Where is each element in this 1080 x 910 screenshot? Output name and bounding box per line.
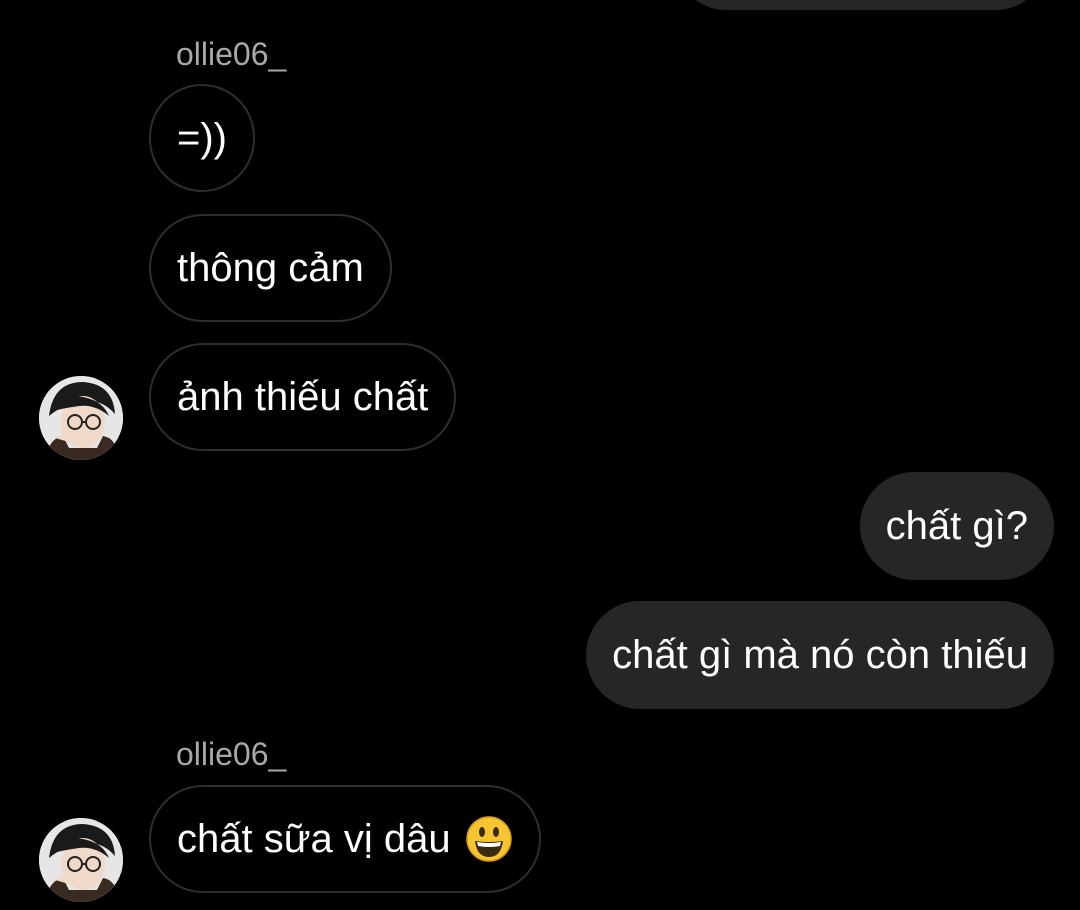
sender-name[interactable]: ollie06_ [176, 738, 286, 770]
sent-message-bubble[interactable]: chất gì? [859, 472, 1054, 580]
sent-message-bubble-partial[interactable] [676, 0, 1046, 10]
received-message-bubble[interactable]: thông cảm [149, 214, 392, 322]
sender-avatar[interactable] [39, 376, 123, 460]
sender-name[interactable]: ollie06_ [176, 38, 286, 70]
sent-message-bubble[interactable]: chất gì mà nó còn thiếu [586, 601, 1054, 709]
received-message-bubble[interactable]: =)) [149, 84, 255, 192]
message-text: thông cảm [177, 245, 364, 290]
sender-avatar[interactable] [39, 818, 123, 902]
message-text: chất sữa vị dâu [177, 816, 451, 861]
received-message-bubble[interactable]: chất sữa vị dâu [149, 785, 541, 893]
received-message-bubble[interactable]: ảnh thiếu chất [149, 343, 457, 451]
message-text: =)) [177, 115, 227, 160]
message-text: ảnh thiếu chất [177, 374, 429, 419]
message-text: chất gì mà nó còn thiếu [612, 632, 1028, 677]
grinning-face-emoji-icon [465, 816, 512, 862]
avatar-photo-icon [39, 376, 123, 460]
message-text: chất gì? [885, 503, 1028, 548]
avatar-photo-icon [39, 818, 123, 902]
